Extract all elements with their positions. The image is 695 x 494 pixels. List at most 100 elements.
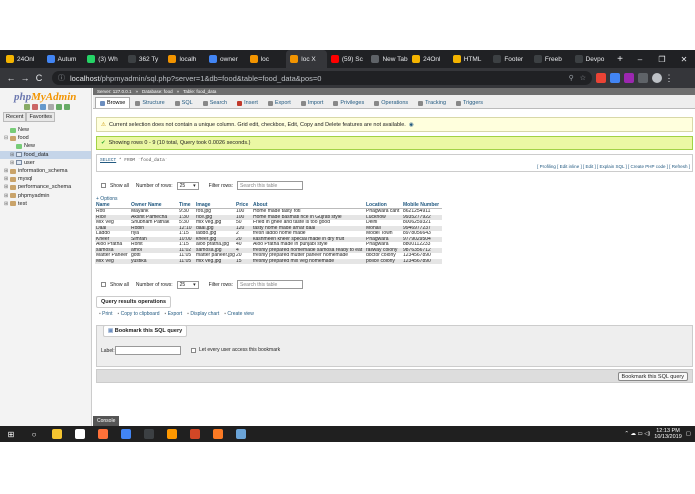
tree-item[interactable]: ⊞ food_data (0, 150, 91, 159)
browser-tab[interactable]: Footer (489, 50, 530, 68)
menu-tab-import[interactable]: Import (296, 97, 329, 108)
tree-item[interactable]: ⊟ food (0, 134, 91, 142)
column-header[interactable]: Mobile Number (402, 202, 442, 209)
bookmark-label-input[interactable] (115, 346, 181, 355)
breadcrumb-server[interactable]: Server: 127.0.0.1 (97, 89, 132, 94)
tree-item[interactable]: ⊞ information_schema (0, 167, 91, 175)
terminal-icon[interactable] (142, 426, 156, 442)
settings-icon[interactable] (56, 104, 62, 110)
start-icon[interactable]: ⊞ (4, 426, 18, 442)
help-icon[interactable]: ◉ (409, 122, 414, 128)
filter-input[interactable]: Search this table (237, 280, 304, 289)
close-icon[interactable]: ✕ (673, 55, 695, 64)
extension-icon[interactable] (596, 73, 606, 83)
bookmark-button[interactable]: Bookmark this SQL query (617, 372, 688, 381)
info-icon[interactable]: ⓘ (58, 73, 65, 83)
menu-tab-tracking[interactable]: Tracking (413, 97, 451, 108)
notepad-icon[interactable] (234, 426, 248, 442)
browser-tab[interactable]: Autum (43, 50, 84, 68)
tree-item[interactable]: ⊞ test (0, 200, 91, 208)
minimize-icon[interactable]: – (629, 55, 651, 64)
qro-link[interactable]: ▪ Print (99, 311, 112, 317)
cortana-icon[interactable] (73, 426, 87, 442)
reload-icon[interactable]: C (32, 73, 46, 83)
forward-icon[interactable]: → (18, 73, 32, 83)
qro-link[interactable]: ▪ Copy to clipboard (117, 311, 159, 317)
menu-tab-search[interactable]: Search (198, 97, 232, 108)
phpmyadmin-logo[interactable]: phpMyAdmin (14, 91, 91, 103)
file-explorer-icon[interactable] (50, 426, 64, 442)
browser-tab[interactable]: (3) Wh (83, 50, 124, 68)
back-icon[interactable]: ← (4, 73, 18, 83)
every-user-checkbox[interactable] (191, 347, 196, 353)
rows-select[interactable]: 25 ▾ (176, 181, 199, 190)
menu-tab-browse[interactable]: Browse (95, 97, 131, 108)
tree-item[interactable]: ⊞ user (0, 159, 91, 167)
firefox-icon[interactable] (96, 426, 110, 442)
menu-tab-operations[interactable]: Operations (369, 97, 413, 108)
browser-tab[interactable]: HTML (449, 50, 490, 68)
chrome-icon[interactable] (119, 426, 133, 442)
menu-tab-icon (374, 100, 380, 106)
menu-tab-structure[interactable]: Structure (130, 97, 169, 108)
tree-item[interactable]: New (0, 126, 91, 134)
console-tab[interactable]: Console (93, 416, 120, 426)
favorites-tab[interactable]: Favorites (26, 112, 56, 122)
browser-tab[interactable]: New Tab (367, 50, 408, 68)
qro-link[interactable]: ▪ Create view (224, 311, 254, 317)
zoom-icon[interactable]: ⚲ (569, 74, 574, 82)
browser-tab[interactable]: 362 Ty (124, 50, 165, 68)
profile-avatar[interactable] (652, 73, 662, 83)
url-input[interactable]: ⓘ localhost /phpmyadmin/sql.php?server=1… (52, 71, 592, 85)
help-icon[interactable] (40, 104, 46, 110)
docs-icon[interactable] (48, 104, 54, 110)
notification-icon[interactable]: ▢ (686, 431, 691, 437)
sublime-icon[interactable] (165, 426, 179, 442)
filter-input[interactable]: Search this table (237, 181, 304, 190)
browser-tab[interactable]: owner (205, 50, 246, 68)
sql-query-links[interactable]: [ Profiling [ Edit inline ] [ Edit ] [ E… (537, 164, 690, 169)
tree-item[interactable]: New (0, 142, 91, 150)
browser-tab[interactable]: loc (246, 50, 287, 68)
extension-icon[interactable] (624, 73, 634, 83)
tree-item[interactable]: ⊞ phpmyadmin (0, 192, 91, 200)
clock[interactable]: 12:13 PM 10/13/2019 (654, 428, 682, 440)
breadcrumb-database[interactable]: Database: food (142, 89, 173, 94)
star-icon[interactable]: ☆ (580, 74, 586, 82)
show-all-checkbox[interactable] (101, 282, 106, 287)
browser-tab[interactable]: Freeb (530, 50, 571, 68)
extension-icon[interactable] (638, 73, 648, 83)
home-icon[interactable] (24, 104, 30, 110)
tray-icons[interactable]: ⌃ ☁ ▭ ◁) (624, 431, 650, 437)
breadcrumb-table[interactable]: Table: food_data (183, 89, 216, 94)
logout-icon[interactable] (32, 104, 38, 110)
menu-icon[interactable]: ⋮ (662, 73, 676, 84)
menu-tab-privileges[interactable]: Privileges (328, 97, 369, 108)
tree-item[interactable]: ⊞ mysql (0, 175, 91, 183)
qro-link[interactable]: ▪ Export (165, 311, 183, 317)
powerpoint-icon[interactable] (188, 426, 202, 442)
browser-tab[interactable]: Devpo (571, 50, 612, 68)
browser-tab[interactable]: 24Onl (2, 50, 43, 68)
maximize-icon[interactable]: ❐ (651, 55, 673, 64)
extension-icon[interactable] (610, 73, 620, 83)
tree-item[interactable]: ⊞ performance_schema (0, 183, 91, 191)
browser-tab[interactable]: (59) Sc (327, 50, 368, 68)
window-controls: – ❐ ✕ (629, 55, 695, 64)
search-icon[interactable]: ○ (27, 426, 41, 442)
new-tab-button[interactable]: + (611, 54, 629, 65)
rows-select[interactable]: 25 ▾ (176, 280, 199, 289)
menu-tab-insert[interactable]: Insert (232, 97, 263, 108)
menu-tab-icon (135, 100, 141, 106)
browser-tab[interactable]: 24Onl (408, 50, 449, 68)
menu-tab-export[interactable]: Export (263, 97, 296, 108)
xampp-icon[interactable] (211, 426, 225, 442)
recent-tab[interactable]: Recent (3, 112, 27, 122)
menu-tab-sql[interactable]: SQL (170, 97, 198, 108)
reload-nav-icon[interactable] (64, 104, 70, 110)
qro-link[interactable]: ▪ Display chart (187, 311, 219, 317)
browser-tab[interactable]: localh (164, 50, 205, 68)
menu-tab-triggers[interactable]: Triggers (451, 97, 488, 108)
show-all-checkbox[interactable] (101, 183, 106, 188)
browser-tab[interactable]: loc X (286, 50, 327, 68)
